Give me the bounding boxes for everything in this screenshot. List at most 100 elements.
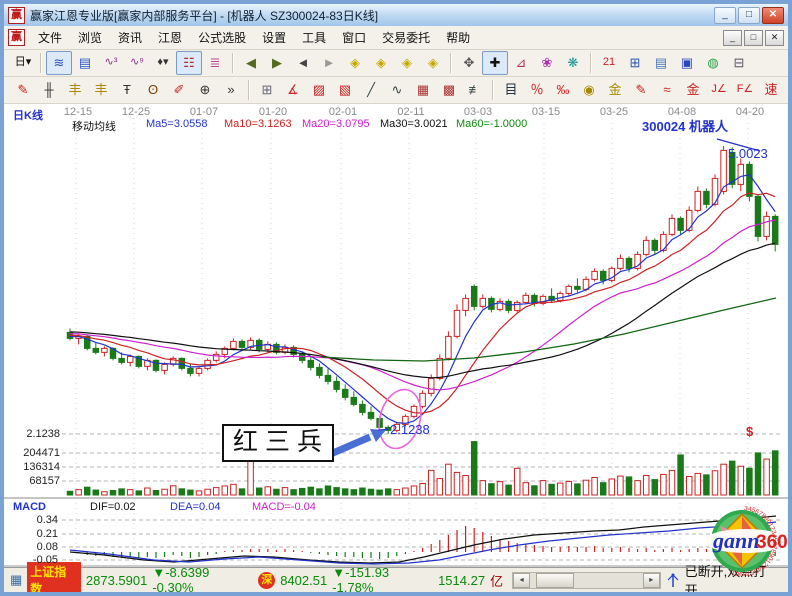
more-tools-chevron[interactable]: » [218,78,244,102]
shaded-box-icon[interactable]: ▨ [306,78,332,102]
j-angle-icon[interactable]: J∠ [706,78,732,102]
spiral-icon[interactable]: ʘ [140,78,166,102]
zigzag-icon[interactable]: ∿ [384,78,410,102]
shenzhen-badge[interactable]: 深 [258,572,275,589]
volume-tick-68157: 68157 [14,475,60,487]
chip-distribution-icon[interactable]: ☷ [176,51,202,75]
ma20-value: Ma20=3.0795 [302,118,370,130]
printer-icon[interactable]: ⊟ [726,51,752,75]
calculator-icon[interactable]: ⊞ [622,51,648,75]
chart-area[interactable]: 日K线 12-1512-2501-0701-2002-0102-1103-030… [4,104,788,567]
trend-line-icon[interactable]: ╱ [358,78,384,102]
gold-grid-icon[interactable]: 丰 [62,78,88,102]
status-scrollbar[interactable]: ◂ ▸ [512,572,661,589]
candle-type-dropdown[interactable]: ♦▾ [150,51,176,75]
connection-antenna-icon [666,572,680,588]
dollar-marker: $ [746,424,753,439]
index-badge[interactable]: 上证指数 [27,562,81,596]
rainbow-lines-icon[interactable]: ≣ [202,51,228,75]
pan-hand-icon[interactable]: ✥ [456,51,482,75]
angle-measure-icon[interactable]: ⊿ [508,51,534,75]
title-bar[interactable]: 赢 赢家江恩专业版[赢家内部服务平台] - [机器人 SZ300024-83日K… [4,4,788,26]
scroll-right-button[interactable]: ▸ [643,573,660,588]
price-count-icon[interactable]: 目 [498,78,524,102]
draw-pen-icon[interactable]: ✎ [10,78,36,102]
ma-header: 移动均线 [72,118,116,134]
marker-pen-icon[interactable]: ✐ [166,78,192,102]
menu-公式选股[interactable]: 公式选股 [190,27,254,48]
last-page-icon[interactable]: ▶ [264,51,290,75]
save-icon[interactable]: ▣ [674,51,700,75]
toolbar-separator [40,53,42,73]
menu-江恩[interactable]: 江恩 [150,27,190,48]
date-tick-12-15: 12-15 [58,106,98,118]
gold-level-icon[interactable]: 金 [602,78,628,102]
f-angle-icon[interactable]: F∠ [732,78,758,102]
wave-measure-icon[interactable]: ≈ [654,78,680,102]
calendar-icon[interactable]: 21 [596,51,622,75]
calendar-status-icon[interactable]: ▦ [10,572,22,588]
web-icon[interactable]: ◍ [700,51,726,75]
gann-shapes-icon[interactable]: ❀ [534,51,560,75]
dense-grid-icon[interactable]: ▦ [410,78,436,102]
speed-line-icon[interactable]: 速 [758,78,784,102]
scroll-left-button[interactable]: ◂ [513,573,530,588]
gold-circle-icon[interactable]: ◉ [576,78,602,102]
shaded-box2-icon[interactable]: ▧ [332,78,358,102]
permille-lines-icon[interactable]: ‰ [550,78,576,102]
macd-tick-neg005: -0.05 [16,554,58,566]
gold-grid2-icon[interactable]: 丰 [88,78,114,102]
mdi-minimize-button[interactable]: _ [723,30,742,46]
minimize-button[interactable]: _ [714,7,736,24]
crosshair-icon[interactable]: ✚ [482,51,508,75]
period-day-dropdown[interactable]: 日▾ [10,51,36,75]
parallel-lines-icon[interactable]: ≢ [462,78,488,102]
shrink-bars-icon[interactable]: ◈ [394,51,420,75]
scroll-thumb[interactable] [536,573,574,588]
menu-文件[interactable]: 文件 [30,27,70,48]
box-resize-icon[interactable]: ⊞ [254,78,280,102]
mdi-restore-button[interactable]: □ [744,30,763,46]
fibonacci-grid-icon[interactable]: Ŧ [114,78,140,102]
date-tick-02-01: 02-01 [323,106,363,118]
measure-pen-icon[interactable]: ✎ [628,78,654,102]
fan-lines-icon[interactable]: ∡ [280,78,306,102]
menu-浏览[interactable]: 浏览 [70,27,110,48]
menu-设置[interactable]: 设置 [254,27,294,48]
menu-工具[interactable]: 工具 [294,27,334,48]
market-view-icon[interactable]: ≋ [46,51,72,75]
zoom-out-icon[interactable]: ◈ [342,51,368,75]
toolbar-main: 日▾≋▤∿³∿⁹♦▾☷≣◀▶◄►◈◈◈◈✥✚⊿❀❋21⊞▤▣◍⊟ [4,50,788,77]
maximize-button[interactable]: □ [738,7,760,24]
next-bar-icon[interactable]: ► [316,51,342,75]
macd-tick-008: 0.08 [16,541,58,553]
red-three-soldiers-annotation[interactable]: 红三兵 [222,424,334,462]
first-page-icon[interactable]: ◀ [238,51,264,75]
status-bar: ▦ 上证指数 2873.5901 ▼-8.6399 -0.30% 深 8402.… [4,567,788,592]
menu-帮助[interactable]: 帮助 [438,27,478,48]
gold-angle-icon[interactable]: 金 [680,78,706,102]
menu-logo-icon: 赢 [8,29,25,46]
f10-info-icon[interactable]: ▤ [72,51,98,75]
menu-窗口[interactable]: 窗口 [334,27,374,48]
zoom-in-icon[interactable]: ◈ [368,51,394,75]
close-button[interactable]: ✕ [762,7,784,24]
smart-analysis-icon[interactable]: ❋ [560,51,586,75]
menu-资讯[interactable]: 资讯 [110,27,150,48]
mdi-close-button[interactable]: ✕ [765,30,784,46]
toolbar-drawing: ✎╫丰丰Ŧʘ✐⊕»⊞∡▨▧╱∿▦▩≢目％‰◉金✎≈金J∠F∠速赢 [4,77,788,104]
gann-grid-icon[interactable]: ╫ [36,78,62,102]
toolbar-separator [492,80,494,100]
kline-chart-canvas[interactable] [4,104,788,567]
dense-grid2-icon[interactable]: ▩ [436,78,462,102]
wave-9-icon[interactable]: ∿⁹ [124,51,150,75]
wave-3-icon[interactable]: ∿³ [98,51,124,75]
notepad-icon[interactable]: ▤ [648,51,674,75]
cycle-circle-icon[interactable]: ⊕ [192,78,218,102]
prev-bar-icon[interactable]: ◄ [290,51,316,75]
amount-unit: 亿 [490,571,503,590]
ying-tool-icon[interactable]: 赢 [784,78,792,102]
menu-交易委托[interactable]: 交易委托 [374,27,438,48]
percent-lines-icon[interactable]: ％ [524,78,550,102]
expand-bars-icon[interactable]: ◈ [420,51,446,75]
